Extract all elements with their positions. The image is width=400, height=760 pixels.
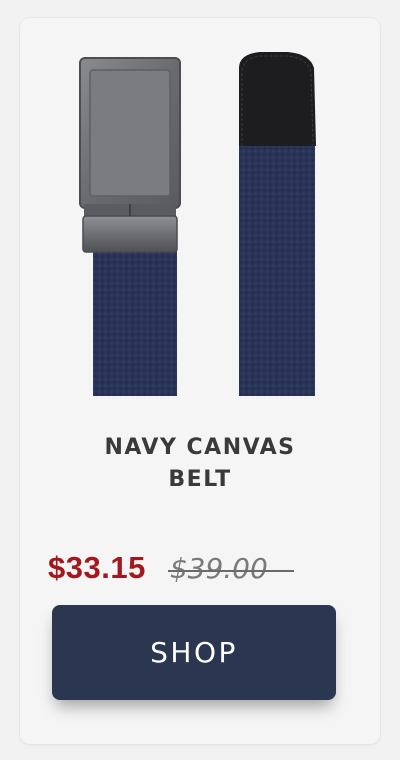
original-price: $39.00	[167, 552, 294, 585]
belt-strap-right	[239, 52, 316, 396]
product-title-line1: NAVY CANVAS	[104, 435, 296, 460]
price-row: $33.15 $39.00	[48, 546, 294, 590]
belt-strap-left	[93, 250, 177, 396]
belt-illustration	[20, 18, 380, 403]
sale-price: $33.15	[48, 550, 146, 585]
shop-button[interactable]: SHOP	[52, 605, 336, 700]
product-image[interactable]	[20, 18, 380, 403]
product-title-line2: BELT	[168, 467, 232, 492]
product-card: NAVY CANVAS BELT $33.15 $39.00 SHOP	[20, 18, 380, 744]
buckle-icon	[79, 57, 181, 253]
product-title: NAVY CANVAS BELT	[20, 432, 380, 496]
